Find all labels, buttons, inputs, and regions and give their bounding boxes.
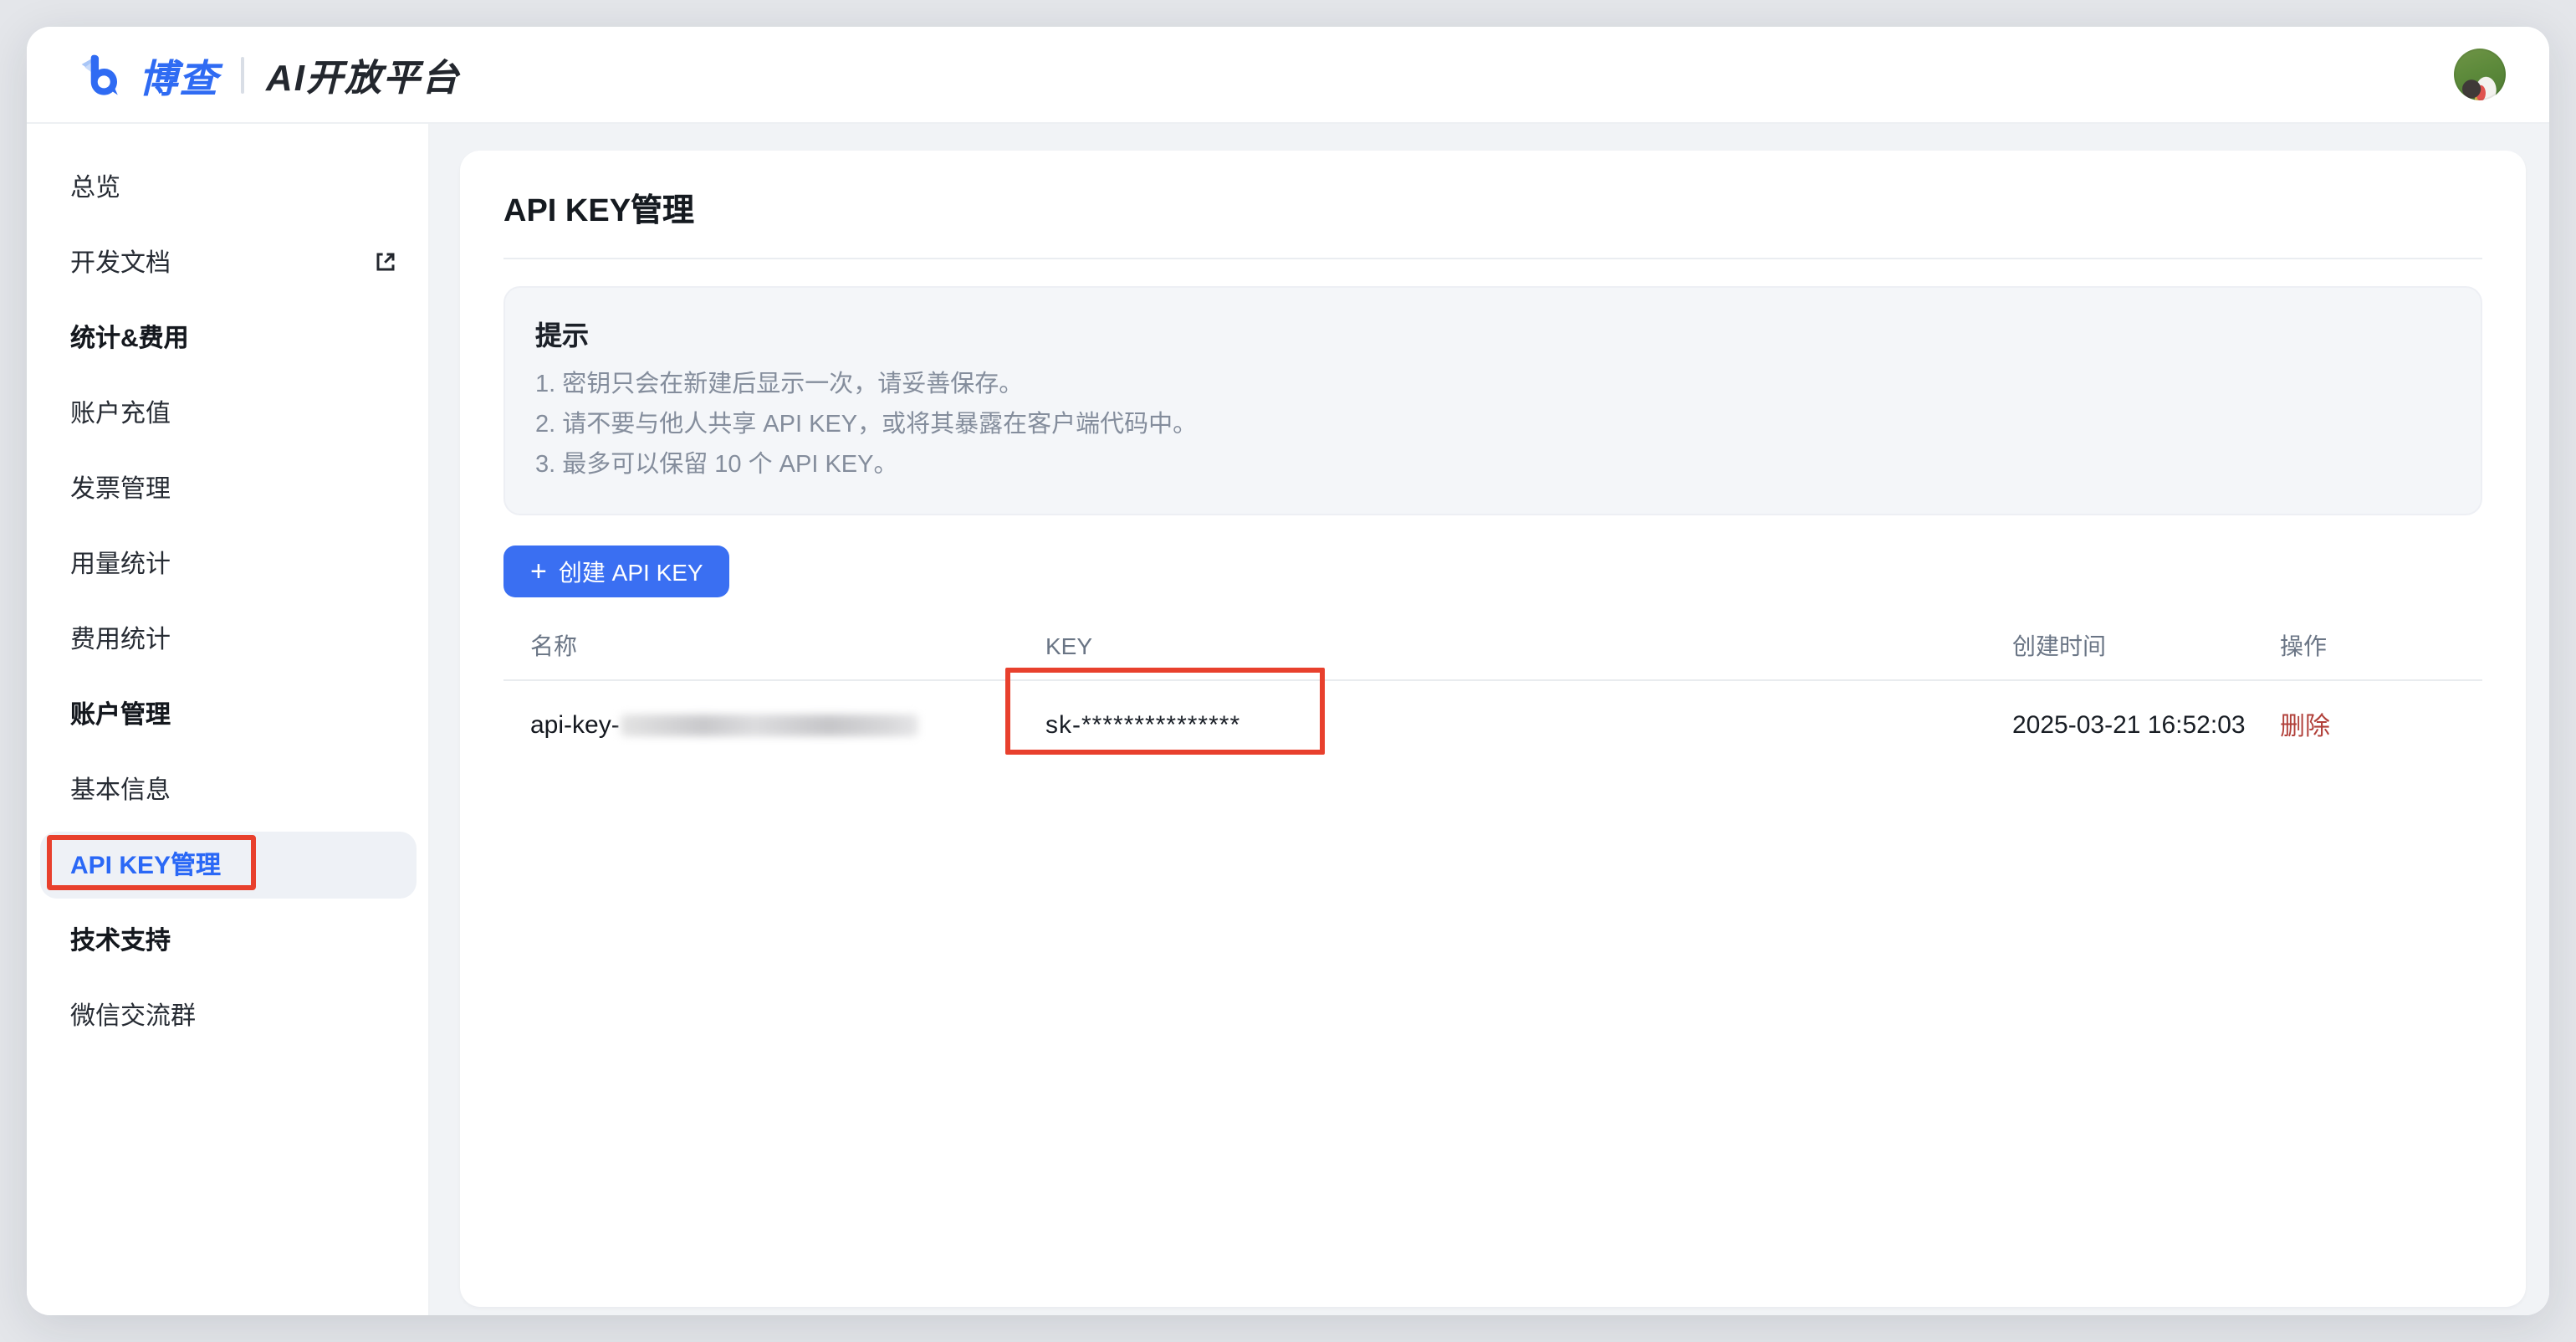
column-header-created: 创建时间 bbox=[2012, 628, 2280, 662]
plus-icon: + bbox=[530, 556, 547, 585]
notice-title: 提示 bbox=[535, 313, 2451, 353]
sidebar-active-pill[interactable]: API KEY管理 bbox=[40, 831, 417, 898]
app-window: 博查 AI开放平台 总览 开发文档 bbox=[27, 27, 2549, 1315]
notice-line: 1. 密钥只会在新建后显示一次，请妥善保存。 bbox=[535, 365, 2451, 405]
sidebar-item-cost-stats[interactable]: 费用统计 bbox=[27, 601, 428, 676]
body-layout: 总览 开发文档 统计&费用 账户充值 bbox=[27, 124, 2549, 1315]
sidebar-item-docs[interactable]: 开发文档 bbox=[27, 224, 428, 300]
actions-cell: 删除 bbox=[2280, 707, 2456, 742]
sidebar-section-account: 账户管理 bbox=[27, 676, 428, 751]
sidebar-section-label: 账户管理 bbox=[70, 696, 171, 731]
masked-key-value: sk-*************** bbox=[1045, 710, 1240, 739]
column-header-name: 名称 bbox=[530, 628, 1045, 662]
sidebar-item-recharge[interactable]: 账户充值 bbox=[27, 375, 428, 450]
sidebar-item-basic-info[interactable]: 基本信息 bbox=[27, 751, 428, 827]
notice-box: 提示 1. 密钥只会在新建后显示一次，请妥善保存。 2. 请不要与他人共享 AP… bbox=[503, 286, 2482, 515]
column-header-key: KEY bbox=[1045, 632, 2012, 658]
sidebar-section-label: 技术支持 bbox=[70, 922, 171, 957]
create-api-key-label: 创建 API KEY bbox=[559, 555, 703, 588]
sidebar-item-label: API KEY管理 bbox=[70, 847, 221, 882]
column-header-actions: 操作 bbox=[2280, 628, 2456, 662]
sidebar-item-label: 用量统计 bbox=[70, 546, 171, 581]
sidebar-item-label: 费用统计 bbox=[70, 621, 171, 656]
page-title: API KEY管理 bbox=[503, 186, 2482, 231]
sidebar-item-label: 总览 bbox=[70, 169, 120, 204]
sidebar-item-usage-stats[interactable]: 用量统计 bbox=[27, 525, 428, 601]
sidebar-item-label: 基本信息 bbox=[70, 771, 171, 807]
app-root: 博查 AI开放平台 总览 开发文档 bbox=[0, 0, 2576, 1342]
notice-line: 2. 请不要与他人共享 API KEY，或将其暴露在客户端代码中。 bbox=[535, 405, 2451, 445]
sidebar-item-label: 发票管理 bbox=[70, 470, 171, 505]
sidebar-section-label: 统计&费用 bbox=[70, 320, 189, 355]
title-divider bbox=[503, 258, 2482, 259]
table-header-row: 名称 KEY 创建时间 操作 bbox=[503, 611, 2482, 679]
content-card: API KEY管理 提示 1. 密钥只会在新建后显示一次，请妥善保存。 2. 请… bbox=[460, 151, 2526, 1307]
brand-logo: 博查 AI开放平台 bbox=[77, 46, 460, 103]
key-name-cell: api-key- bbox=[530, 710, 1045, 739]
sidebar-item-label: 账户充值 bbox=[70, 395, 171, 430]
table-row: api-key- sk-*************** 2025-03-21 1… bbox=[503, 681, 2482, 768]
brand-name: 博查 bbox=[139, 46, 219, 103]
top-header: 博查 AI开放平台 bbox=[27, 27, 2549, 124]
platform-title: AI开放平台 bbox=[266, 48, 460, 101]
notice-line: 3. 最多可以保留 10 个 API KEY。 bbox=[535, 445, 2451, 485]
sidebar-item-label: 开发文档 bbox=[70, 244, 171, 279]
delete-key-link[interactable]: 删除 bbox=[2280, 712, 2330, 740]
main-area: API KEY管理 提示 1. 密钥只会在新建后显示一次，请妥善保存。 2. 请… bbox=[430, 124, 2549, 1315]
user-avatar[interactable] bbox=[2454, 49, 2506, 100]
bocha-logo-icon bbox=[77, 49, 127, 100]
api-key-table: 名称 KEY 创建时间 操作 api-key- bbox=[503, 611, 2482, 768]
brand-divider bbox=[241, 56, 244, 93]
sidebar-item-invoices[interactable]: 发票管理 bbox=[27, 450, 428, 525]
sidebar-section-support: 技术支持 bbox=[27, 902, 428, 977]
redacted-name-blur bbox=[621, 714, 919, 735]
sidebar-section-stats-fees: 统计&费用 bbox=[27, 300, 428, 375]
sidebar-item-api-key[interactable]: API KEY管理 bbox=[27, 827, 428, 902]
create-api-key-button[interactable]: + 创建 API KEY bbox=[503, 546, 730, 597]
sidebar-item-label: 微信交流群 bbox=[70, 997, 196, 1032]
table-key-cell: sk-*************** bbox=[1045, 710, 2012, 739]
sidebar-nav: 总览 开发文档 统计&费用 账户充值 bbox=[27, 124, 430, 1315]
external-link-icon bbox=[373, 249, 398, 274]
sidebar-item-overview[interactable]: 总览 bbox=[27, 149, 428, 224]
key-name-prefix: api-key- bbox=[530, 710, 620, 739]
created-at-cell: 2025-03-21 16:52:03 bbox=[2012, 710, 2280, 739]
sidebar-item-wechat-group[interactable]: 微信交流群 bbox=[27, 977, 428, 1053]
